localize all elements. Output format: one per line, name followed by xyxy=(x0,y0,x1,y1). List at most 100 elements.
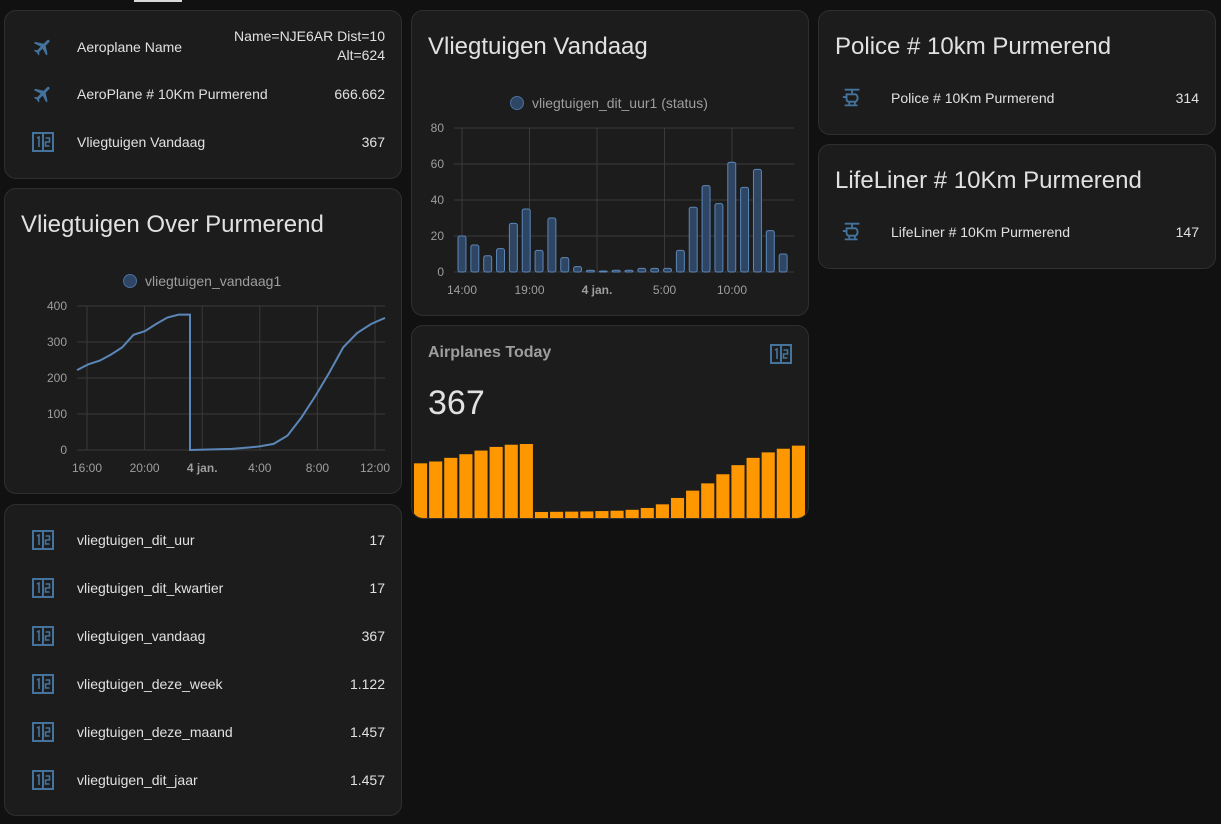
entity-label: Vliegtuigen Vandaag xyxy=(77,134,206,150)
entity-row-lifeliner[interactable]: LifeLiner # 10Km Purmerend 147 xyxy=(819,212,1215,252)
counter-icon xyxy=(31,624,55,648)
x-tick-label: 4 jan. xyxy=(582,283,613,297)
sparkline-bar-chart xyxy=(414,444,805,518)
bar xyxy=(740,186,750,273)
bar xyxy=(496,248,506,273)
series-line xyxy=(76,313,386,452)
entity-row-deze-week[interactable]: vliegtuigen_deze_week 1.122 xyxy=(5,664,401,704)
counter-icon xyxy=(31,720,55,744)
entity-label: LifeLiner # 10Km Purmerend xyxy=(891,224,1070,240)
spark-bar xyxy=(761,452,775,518)
bar xyxy=(624,269,634,273)
y-tick-label: 300 xyxy=(47,335,67,349)
spark-bar xyxy=(610,510,624,518)
entity-value: Name=NJE6AR Dist=10 Alt=624 xyxy=(234,27,385,65)
bar xyxy=(663,267,673,273)
counter-icon xyxy=(31,576,55,600)
counter-icon xyxy=(31,130,55,154)
entity-row-dit-kwartier[interactable]: vliegtuigen_dit_kwartier 17 xyxy=(5,568,401,608)
entity-value: 1.457 xyxy=(349,772,385,788)
spark-bar xyxy=(640,507,654,518)
line-chart[interactable]: 0 100 200 300 400 16:00 20:00 4 jan. 4:00 8:00 12:… xyxy=(5,189,402,494)
entity-row-dit-uur[interactable]: vliegtuigen_dit_uur 17 xyxy=(5,520,401,560)
bar xyxy=(483,255,493,273)
spark-bar xyxy=(655,504,669,518)
y-tick-label: 200 xyxy=(47,371,67,385)
counters-entities-card: vliegtuigen_dit_uur 17 vliegtuigen_dit_k… xyxy=(4,504,402,816)
spark-bar xyxy=(565,511,579,518)
entity-value: 1.122 xyxy=(349,676,385,692)
card-title: LifeLiner # 10Km Purmerend xyxy=(835,167,1142,194)
spark-bar xyxy=(519,444,533,518)
y-tick-label: 0 xyxy=(60,443,67,457)
helicopter-icon xyxy=(841,220,865,244)
sensor-card-airplanes-today[interactable]: Airplanes Today 367 xyxy=(411,325,809,519)
bar xyxy=(560,257,570,273)
spark-bar xyxy=(459,454,473,518)
spark-bar xyxy=(686,490,700,518)
spark-bar xyxy=(791,445,805,518)
x-tick-label: 10:00 xyxy=(717,283,747,297)
entity-row-deze-maand[interactable]: vliegtuigen_deze_maand 1.457 xyxy=(5,712,401,752)
bar xyxy=(611,269,621,273)
x-tick-label: 4:00 xyxy=(248,461,272,475)
x-tick-label: 20:00 xyxy=(130,461,160,475)
airplane-icon xyxy=(31,35,55,59)
entity-value: 666.662 xyxy=(334,86,385,102)
bar xyxy=(650,267,660,273)
card-title: Police # 10km Purmerend xyxy=(835,33,1112,60)
top-bar-indicator xyxy=(134,0,182,2)
spark-bar xyxy=(414,463,428,518)
entity-row-aeroplane-name[interactable]: Aeroplane Name Name=NJE6AR Dist=10 Alt=6… xyxy=(5,25,401,69)
spark-bar xyxy=(489,446,503,518)
entity-label: Police # 10Km Purmerend xyxy=(891,90,1055,106)
bar xyxy=(508,222,518,273)
bar xyxy=(675,249,685,273)
entity-row-vliegtuigen-vandaag[interactable]: Vliegtuigen Vandaag 367 xyxy=(5,122,401,162)
entity-row-police[interactable]: Police # 10Km Purmerend 314 xyxy=(819,78,1215,118)
entity-value: 367 xyxy=(361,628,385,644)
entity-row-aeroplane-10km[interactable]: AeroPlane # 10Km Purmerend 666.662 xyxy=(5,74,401,114)
entity-row-dit-jaar[interactable]: vliegtuigen_dit_jaar 1.457 xyxy=(5,760,401,800)
x-tick-label: 8:00 xyxy=(306,461,330,475)
x-tick-label: 16:00 xyxy=(72,461,102,475)
bar xyxy=(457,235,467,273)
x-tick-label: 14:00 xyxy=(447,283,477,297)
entity-label: vliegtuigen_vandaag xyxy=(77,628,206,644)
entity-label: Aeroplane Name xyxy=(77,39,183,55)
spark-bar xyxy=(550,511,564,518)
spark-bar xyxy=(504,444,518,518)
y-tick-label: 80 xyxy=(431,121,445,135)
lifeliner-entities-card: LifeLiner # 10Km Purmerend LifeLiner # 1… xyxy=(818,144,1216,269)
airplane-icon xyxy=(31,82,55,106)
history-card-over-purmerend: Vliegtuigen Over Purmerend vliegtuigen_v… xyxy=(4,188,402,494)
entity-value: 147 xyxy=(1175,224,1199,240)
y-tick-label: 20 xyxy=(431,229,445,243)
bar xyxy=(778,253,788,273)
spark-bar xyxy=(625,509,639,518)
aeroplane-entities-card: Aeroplane Name Name=NJE6AR Dist=10 Alt=6… xyxy=(4,10,402,179)
counter-icon xyxy=(31,528,55,552)
spark-bar xyxy=(534,511,549,518)
entity-label: AeroPlane # 10Km Purmerend xyxy=(77,86,268,102)
spark-bar xyxy=(776,448,790,518)
bar xyxy=(521,208,531,273)
spark-bar xyxy=(731,465,745,518)
x-tick-label: 12:00 xyxy=(360,461,390,475)
spark-bar xyxy=(444,457,458,518)
bar xyxy=(637,267,647,273)
y-tick-label: 100 xyxy=(47,407,67,421)
bar xyxy=(727,161,737,273)
bar xyxy=(765,230,775,273)
bar xyxy=(547,217,557,273)
bar xyxy=(752,168,762,273)
bar-chart[interactable]: 0 20 40 60 80 14:00 19:00 4 jan. 5:00 10:00 xyxy=(412,11,809,316)
counter-icon xyxy=(31,768,55,792)
counter-icon xyxy=(31,672,55,696)
entity-label: vliegtuigen_dit_uur xyxy=(77,532,195,548)
entity-row-vandaag[interactable]: vliegtuigen_vandaag 367 xyxy=(5,616,401,656)
bar xyxy=(688,206,698,273)
bar xyxy=(534,249,544,273)
y-tick-label: 60 xyxy=(431,157,445,171)
entity-label: vliegtuigen_deze_maand xyxy=(77,724,233,740)
